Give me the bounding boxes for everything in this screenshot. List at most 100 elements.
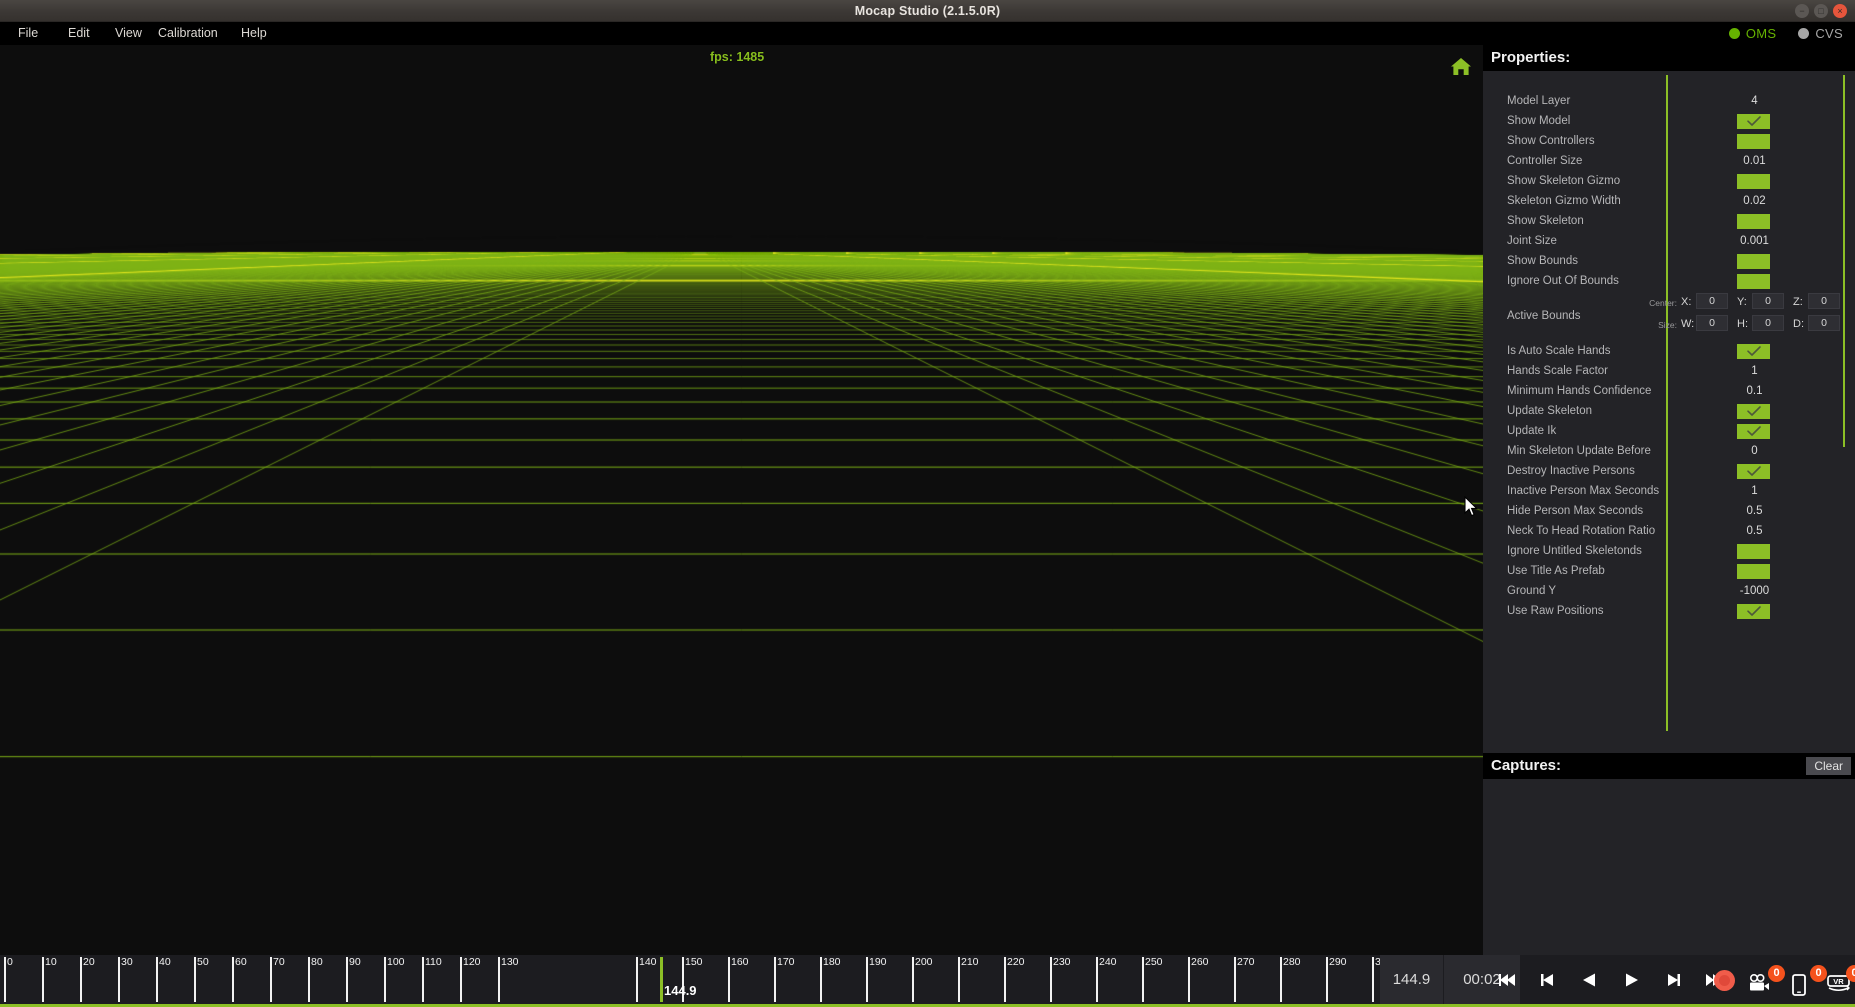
property-row-ignore-untitled-skeletonds: Ignore Untitled Skeletonds bbox=[1483, 541, 1855, 561]
timeline-playhead[interactable] bbox=[660, 957, 663, 1002]
property-label-update-ik: Update Ik bbox=[1507, 425, 1557, 437]
timeline-tick-label: 80 bbox=[311, 956, 323, 968]
property-label-use-title-as-prefab: Use Title As Prefab bbox=[1507, 565, 1605, 577]
property-label-active-bounds: Active Bounds bbox=[1507, 310, 1581, 322]
vr-device-button[interactable]: VR 0 bbox=[1826, 965, 1855, 995]
property-label-show-skeleton: Show Skeleton bbox=[1507, 215, 1584, 227]
property-label-show-model: Show Model bbox=[1507, 115, 1571, 127]
timeline-tick-label: 240 bbox=[1099, 956, 1117, 968]
captures-list[interactable] bbox=[1483, 779, 1855, 955]
property-value-joint-size[interactable]: 0.001 bbox=[1666, 235, 1843, 247]
property-value-hands-scale-factor[interactable]: 1 bbox=[1666, 365, 1843, 377]
video-camera-device-button[interactable]: 0 bbox=[1748, 965, 1785, 995]
home-view-button[interactable] bbox=[1448, 54, 1474, 80]
property-checkbox-ignore-untitled-skeletonds[interactable] bbox=[1737, 543, 1770, 559]
property-checkbox-update-ik[interactable] bbox=[1737, 423, 1770, 439]
property-value-hide-person-max-seconds[interactable]: 0.5 bbox=[1666, 505, 1843, 517]
property-value-min-skeleton-update-before[interactable]: 0 bbox=[1666, 445, 1843, 457]
active-bounds-size-input-d[interactable]: 0 bbox=[1808, 315, 1840, 331]
property-checkbox-use-title-as-prefab[interactable] bbox=[1737, 563, 1770, 579]
property-label-show-controllers: Show Controllers bbox=[1507, 135, 1595, 147]
menu-item-help[interactable]: Help bbox=[241, 22, 267, 45]
mobile-device-badge: 0 bbox=[1810, 965, 1827, 982]
property-label-is-auto-scale-hands: Is Auto Scale Hands bbox=[1507, 345, 1611, 357]
captures-panel-header: Captures: Clear bbox=[1483, 753, 1855, 779]
active-bounds-size-input-w[interactable]: 0 bbox=[1696, 315, 1728, 331]
right-panel: Properties: Model Layer 4 Show Model Show C… bbox=[1483, 45, 1855, 955]
transport-controls bbox=[1498, 955, 1723, 1004]
property-row-ignore-out-of-bounds: Ignore Out Of Bounds bbox=[1483, 271, 1855, 291]
timeline-tick-label: 30 bbox=[121, 956, 133, 968]
property-checkbox-destroy-inactive-persons[interactable] bbox=[1737, 463, 1770, 479]
property-checkbox-ignore-out-of-bounds[interactable] bbox=[1737, 273, 1770, 289]
clear-captures-button[interactable]: Clear bbox=[1806, 757, 1851, 775]
property-label-skeleton-gizmo-width: Skeleton Gizmo Width bbox=[1507, 195, 1621, 207]
property-checkbox-show-bounds[interactable] bbox=[1737, 253, 1770, 269]
svg-text:VR: VR bbox=[1833, 977, 1844, 986]
menu-item-calibration[interactable]: Calibration bbox=[158, 22, 218, 45]
property-value-controller-size[interactable]: 0.01 bbox=[1666, 155, 1843, 167]
property-checkbox-update-skeleton[interactable] bbox=[1737, 403, 1770, 419]
property-label-model-layer: Model Layer bbox=[1507, 95, 1571, 107]
timeline-ruler[interactable]: 0 10 20 30 40 50 60 70 80 90 100 110 120 130 140 150 160… bbox=[0, 955, 1380, 1005]
title-bar: Mocap Studio (2.1.5.0R) − □ × bbox=[0, 0, 1855, 22]
property-row-update-skeleton: Update Skeleton bbox=[1483, 401, 1855, 421]
menu-item-file[interactable]: File bbox=[18, 22, 38, 45]
active-bounds-center-label: Center: bbox=[1649, 298, 1677, 308]
property-row-inactive-person-max-seconds: Inactive Person Max Seconds 1 bbox=[1483, 481, 1855, 501]
menu-item-view[interactable]: View bbox=[115, 22, 142, 45]
property-value-neck-to-head-rotation-ratio[interactable]: 0.5 bbox=[1666, 525, 1843, 537]
record-button[interactable] bbox=[1714, 970, 1735, 991]
menu-item-edit[interactable]: Edit bbox=[68, 22, 90, 45]
property-checkbox-show-controllers[interactable] bbox=[1737, 133, 1770, 149]
property-label-update-skeleton: Update Skeleton bbox=[1507, 405, 1593, 417]
previous-frame-button[interactable] bbox=[1539, 970, 1559, 990]
active-bounds-size-axis-d: D: bbox=[1793, 318, 1804, 330]
active-bounds-size-input-h[interactable]: 0 bbox=[1752, 315, 1784, 331]
property-label-use-raw-positions: Use Raw Positions bbox=[1507, 605, 1604, 617]
property-value-ground-y[interactable]: -1000 bbox=[1666, 585, 1843, 597]
timeline-tick-label: 60 bbox=[235, 956, 247, 968]
oms-status[interactable]: OMS bbox=[1728, 26, 1777, 41]
skip-to-start-button[interactable] bbox=[1498, 970, 1518, 990]
property-row-model-layer: Model Layer 4 bbox=[1483, 91, 1855, 111]
play-button[interactable] bbox=[1621, 970, 1641, 990]
property-value-skeleton-gizmo-width[interactable]: 0.02 bbox=[1666, 195, 1843, 207]
property-value-inactive-person-max-seconds[interactable]: 1 bbox=[1666, 485, 1843, 497]
property-checkbox-is-auto-scale-hands[interactable] bbox=[1737, 343, 1770, 359]
timeline-bar: 0 10 20 30 40 50 60 70 80 90 100 110 120 130 140 150 160… bbox=[0, 955, 1855, 1007]
active-bounds-center-axis-y: Y: bbox=[1737, 296, 1747, 308]
maximize-button[interactable]: □ bbox=[1814, 4, 1828, 18]
property-label-hide-person-max-seconds: Hide Person Max Seconds bbox=[1507, 505, 1644, 517]
timeline-tick-label: 140 bbox=[639, 956, 657, 968]
active-bounds-center-input-x[interactable]: 0 bbox=[1696, 293, 1728, 309]
property-value-minimum-hands-confidence[interactable]: 0.1 bbox=[1666, 385, 1843, 397]
close-icon: × bbox=[1837, 5, 1843, 16]
3d-viewport[interactable] bbox=[0, 45, 1483, 955]
mobile-phone-icon bbox=[1790, 973, 1808, 1002]
property-label-show-skeleton-gizmo: Show Skeleton Gizmo bbox=[1507, 175, 1621, 187]
window-controls: − □ × bbox=[1795, 4, 1847, 18]
property-label-show-bounds: Show Bounds bbox=[1507, 255, 1578, 267]
active-bounds-center-input-y[interactable]: 0 bbox=[1752, 293, 1784, 309]
property-checkbox-use-raw-positions[interactable] bbox=[1737, 603, 1770, 619]
timeline-tick-label: 160 bbox=[731, 956, 749, 968]
close-button[interactable]: × bbox=[1833, 4, 1847, 18]
timeline-tick-label: 270 bbox=[1237, 956, 1255, 968]
property-value-model-layer[interactable]: 4 bbox=[1666, 95, 1843, 107]
properties-panel-header: Properties: bbox=[1483, 45, 1855, 71]
property-row-min-skeleton-update-before: Min Skeleton Update Before 0 bbox=[1483, 441, 1855, 461]
next-frame-button[interactable] bbox=[1662, 970, 1682, 990]
property-checkbox-show-skeleton-gizmo[interactable] bbox=[1737, 173, 1770, 189]
property-checkbox-show-model[interactable] bbox=[1737, 113, 1770, 129]
cvs-status[interactable]: CVS bbox=[1798, 26, 1843, 41]
property-row-show-skeleton-gizmo: Show Skeleton Gizmo bbox=[1483, 171, 1855, 191]
mobile-device-button[interactable]: 0 bbox=[1790, 965, 1827, 996]
property-checkbox-show-skeleton[interactable] bbox=[1737, 213, 1770, 229]
property-label-inactive-person-max-seconds: Inactive Person Max Seconds bbox=[1507, 485, 1660, 497]
active-bounds-center-input-z[interactable]: 0 bbox=[1808, 293, 1840, 309]
timeline-tick-label: 180 bbox=[823, 956, 841, 968]
minimize-button[interactable]: − bbox=[1795, 4, 1809, 18]
play-reverse-button[interactable] bbox=[1580, 970, 1600, 990]
property-label-ground-y: Ground Y bbox=[1507, 585, 1557, 597]
